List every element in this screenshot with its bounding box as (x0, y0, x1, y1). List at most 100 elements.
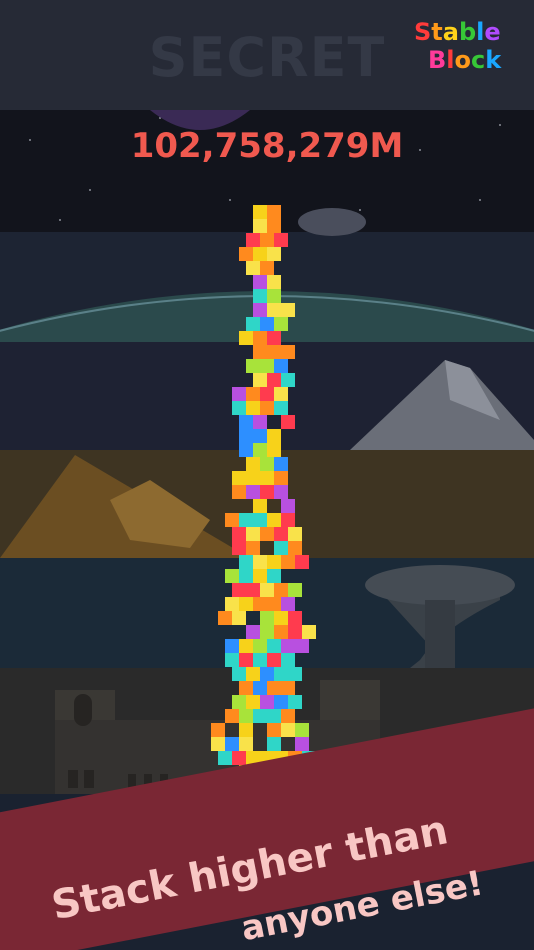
tower-block (239, 429, 253, 443)
tower-block (253, 429, 267, 443)
tower-block (232, 667, 246, 681)
tower-block (267, 709, 281, 723)
tower-block (302, 625, 316, 639)
tower-block (274, 471, 288, 485)
tower-block (225, 513, 239, 527)
tower-block (246, 527, 260, 541)
tower-block (246, 233, 260, 247)
tower-block (295, 737, 309, 751)
tower-block (232, 751, 246, 765)
tower-block (267, 289, 281, 303)
tower-block (281, 653, 295, 667)
tower-block (218, 751, 232, 765)
tower-block (246, 359, 260, 373)
tower-block (239, 709, 253, 723)
tower-block (260, 317, 274, 331)
tower-block (267, 331, 281, 345)
tower-block (218, 611, 232, 625)
tower-block (267, 737, 281, 751)
tower-block (246, 667, 260, 681)
tower-block (274, 387, 288, 401)
tower-block (239, 653, 253, 667)
tower-block (295, 555, 309, 569)
tower-block (253, 569, 267, 583)
tower-block (260, 471, 274, 485)
tower-block (232, 695, 246, 709)
tower-block (274, 667, 288, 681)
tower-block (232, 527, 246, 541)
tower-block (253, 219, 267, 233)
tower-block (260, 667, 274, 681)
tower-block (232, 583, 246, 597)
tower-block (246, 401, 260, 415)
tower-block (281, 639, 295, 653)
tower-block (225, 709, 239, 723)
tower-block (246, 261, 260, 275)
tower-block (260, 233, 274, 247)
tower-block (253, 499, 267, 513)
tower-block (274, 527, 288, 541)
tower-block (267, 723, 281, 737)
tower-block (267, 597, 281, 611)
tower-block (225, 639, 239, 653)
tower-block (281, 303, 295, 317)
tower-block (288, 667, 302, 681)
tower-block (246, 583, 260, 597)
tower-block (267, 443, 281, 457)
tower-block (253, 709, 267, 723)
tower-block (225, 653, 239, 667)
tower-block (253, 289, 267, 303)
tower-block (246, 317, 260, 331)
tower-block (246, 625, 260, 639)
tower-block (253, 653, 267, 667)
tower-block (274, 317, 288, 331)
game-stage[interactable]: SECRET 102,758,279M Stable Block Stack h… (0, 0, 534, 950)
tower-block (260, 387, 274, 401)
tower-block (267, 555, 281, 569)
tower-block (246, 387, 260, 401)
tower-block (267, 275, 281, 289)
tower-block (239, 569, 253, 583)
tower-block (232, 485, 246, 499)
tower-block (239, 415, 253, 429)
tower-block (281, 681, 295, 695)
tower-block (267, 639, 281, 653)
tower-block (239, 555, 253, 569)
tower-block (253, 345, 267, 359)
tower-block (253, 681, 267, 695)
tower-block (246, 541, 260, 555)
tower-block (260, 261, 274, 275)
tower-block (274, 583, 288, 597)
tower-block (281, 415, 295, 429)
tower-block (267, 303, 281, 317)
tower-block (260, 611, 274, 625)
tower-block (253, 205, 267, 219)
tower-block (260, 401, 274, 415)
tower-block (281, 723, 295, 737)
tower-block (267, 429, 281, 443)
tower-block (267, 345, 281, 359)
tower-block (267, 513, 281, 527)
tower-block (239, 639, 253, 653)
tower-block (253, 513, 267, 527)
tower-block (232, 611, 246, 625)
tower-block (288, 583, 302, 597)
tower-block (246, 457, 260, 471)
tower-block (267, 247, 281, 261)
tower-block (246, 695, 260, 709)
tower-block (288, 541, 302, 555)
tower-block (274, 541, 288, 555)
tower-block (295, 723, 309, 737)
tower-block (232, 387, 246, 401)
tower-block (211, 737, 225, 751)
tower-block (225, 569, 239, 583)
tower-block (225, 737, 239, 751)
tower-block (253, 555, 267, 569)
tower-block (232, 541, 246, 555)
tower-block (281, 345, 295, 359)
tower-block (239, 513, 253, 527)
tower-block (274, 625, 288, 639)
tower-block (288, 625, 302, 639)
tower-block (281, 373, 295, 387)
tower-block (267, 653, 281, 667)
